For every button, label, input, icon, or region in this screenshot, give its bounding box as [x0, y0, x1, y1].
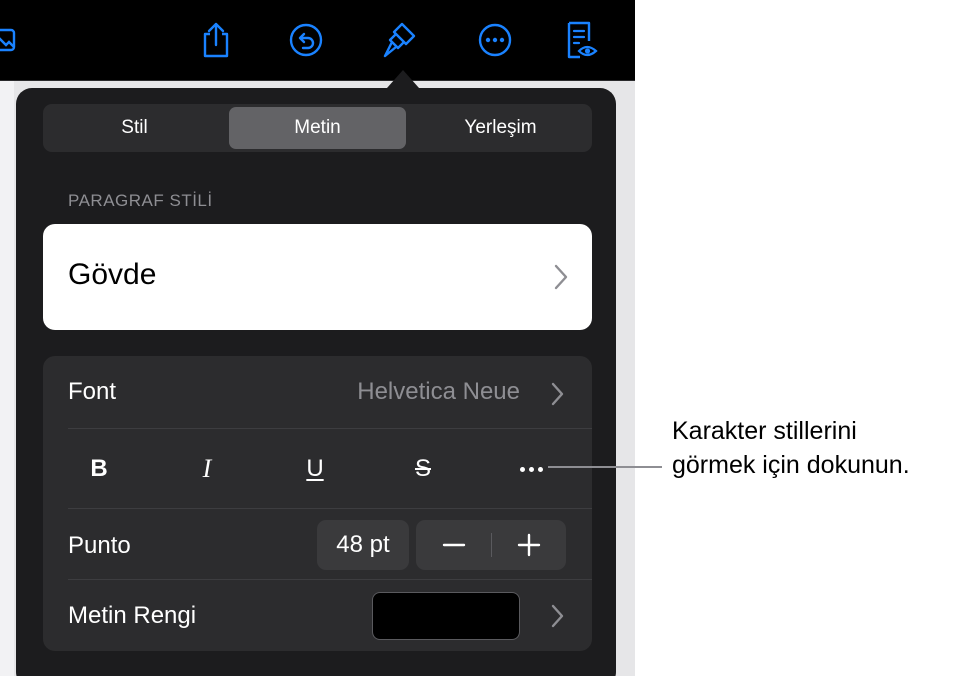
ellipsis-icon	[519, 466, 543, 472]
tab-yerlesim[interactable]: Yerleşim	[412, 107, 589, 149]
text-color-label: Metin Rengi	[68, 602, 197, 629]
paragraph-style-value: Gövde	[68, 258, 157, 291]
tab-metin[interactable]: Metin	[229, 107, 406, 149]
reading-view-icon	[567, 21, 598, 59]
minus-icon	[442, 543, 465, 547]
size-label: Punto	[68, 532, 131, 559]
bold-button[interactable]: B	[69, 444, 129, 494]
increase-size-button[interactable]	[491, 520, 566, 570]
photo-button[interactable]	[0, 18, 22, 62]
format-popover: Stil Metin Yerleşim PARAGRAF STİLİ Gövde…	[16, 88, 616, 676]
undo-icon	[289, 23, 323, 57]
more-button[interactable]	[475, 18, 515, 62]
callout-text: Karakter stillerini görmek için dokunun.	[672, 414, 959, 482]
font-value: Helvetica Neue	[357, 378, 520, 405]
share-button[interactable]	[196, 18, 236, 62]
divider	[68, 508, 592, 509]
decrease-size-button[interactable]	[416, 520, 491, 570]
text-format-card: Font Helvetica Neue B I U S Punto 48 pt	[43, 356, 592, 651]
tab-stil[interactable]: Stil	[46, 107, 223, 149]
underline-button[interactable]: U	[285, 444, 345, 494]
font-row[interactable]: Font Helvetica Neue	[43, 356, 592, 428]
more-character-styles-button[interactable]	[501, 444, 561, 494]
reading-view-button[interactable]	[562, 18, 602, 62]
toolbar	[0, 0, 635, 81]
font-size-stepper	[416, 520, 566, 570]
app-frame: Stil Metin Yerleşim PARAGRAF STİLİ Gövde…	[0, 0, 635, 676]
font-size-field[interactable]: 48 pt	[317, 520, 409, 570]
callout-line	[548, 466, 662, 468]
italic-button[interactable]: I	[177, 444, 237, 494]
callout-line-1: Karakter stillerini	[672, 417, 857, 445]
format-brush-icon	[383, 22, 416, 58]
share-icon	[203, 22, 229, 58]
chevron-right-icon	[554, 264, 568, 290]
chevron-right-icon	[551, 382, 564, 406]
popover-arrow	[387, 70, 419, 88]
paragraph-style-button[interactable]: Gövde	[43, 224, 592, 330]
divider	[68, 428, 592, 429]
photo-icon	[0, 28, 16, 52]
undo-button[interactable]	[286, 18, 326, 62]
chevron-right-icon	[551, 604, 564, 628]
format-button[interactable]	[380, 18, 420, 62]
strikethrough-button[interactable]: S	[393, 444, 453, 494]
font-label: Font	[68, 378, 117, 405]
paragraph-style-heading: PARAGRAF STİLİ	[68, 191, 213, 210]
plus-icon	[517, 533, 540, 557]
format-tabs: Stil Metin Yerleşim	[43, 104, 592, 152]
more-icon	[478, 23, 512, 57]
callout-line-2: görmek için dokunun.	[672, 451, 910, 479]
text-color-swatch[interactable]	[372, 592, 520, 640]
document-edge	[0, 81, 14, 676]
